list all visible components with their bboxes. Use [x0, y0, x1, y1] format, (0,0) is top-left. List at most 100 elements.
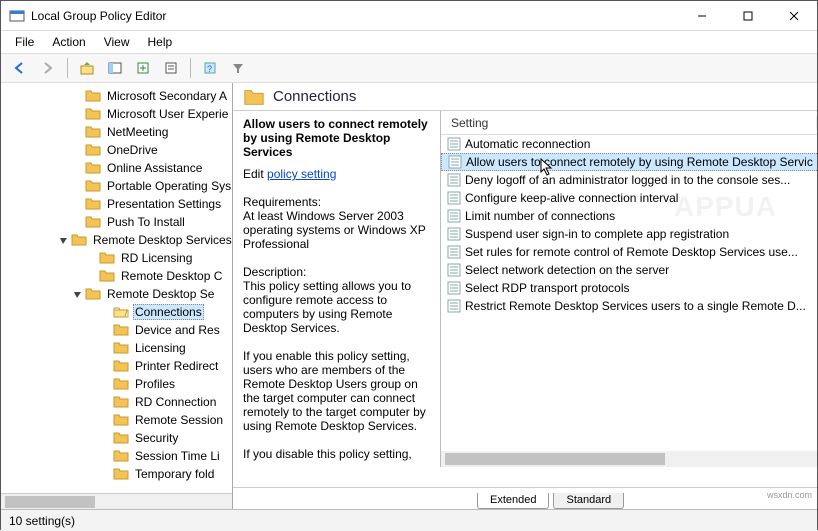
folder-icon	[113, 430, 129, 446]
tree-item[interactable]: RD Connection	[1, 393, 233, 411]
tab-standard[interactable]: Standard	[553, 493, 624, 509]
setting-label: Restrict Remote Desktop Services users t…	[465, 299, 806, 313]
tab-extended[interactable]: Extended	[477, 493, 549, 509]
tree-item[interactable]: Device and Res	[1, 321, 233, 339]
tree-item[interactable]: Microsoft User Experie	[1, 105, 233, 123]
setting-row[interactable]: Suspend user sign-in to complete app reg…	[441, 225, 817, 243]
help-button[interactable]: ?	[199, 57, 221, 79]
menu-file[interactable]: File	[7, 33, 42, 51]
tree-item-label: Presentation Settings	[105, 197, 223, 211]
folder-icon	[113, 394, 129, 410]
tree-item[interactable]: Push To Install	[1, 213, 233, 231]
tree-item[interactable]: Presentation Settings	[1, 195, 233, 213]
menu-action[interactable]: Action	[44, 33, 93, 51]
tree-item-label: Profiles	[133, 377, 177, 391]
properties-button[interactable]	[160, 57, 182, 79]
edit-policy-setting-link[interactable]: policy setting	[267, 167, 336, 181]
tree-item-label: Security	[133, 431, 180, 445]
back-button[interactable]	[9, 57, 31, 79]
scrollbar-thumb[interactable]	[5, 496, 95, 508]
close-button[interactable]	[771, 1, 817, 31]
tree-item[interactable]: Portable Operating Sys	[1, 177, 233, 195]
app-icon	[9, 8, 25, 24]
tree-item-label: Session Time Li	[133, 449, 222, 463]
column-header[interactable]: Setting	[441, 111, 817, 135]
tree-item[interactable]: Licensing	[1, 339, 233, 357]
forward-button[interactable]	[37, 57, 59, 79]
pane-title: Connections	[273, 88, 356, 105]
pane-header: Connections	[233, 83, 817, 111]
tree-item-label: Push To Install	[105, 215, 187, 229]
toolbar-separator-2	[190, 58, 191, 78]
setting-row[interactable]: Set rules for remote control of Remote D…	[441, 243, 817, 261]
window-title: Local Group Policy Editor	[31, 9, 679, 23]
tree-pane[interactable]: Microsoft Secondary A Microsoft User Expe…	[1, 83, 233, 509]
folder-icon	[113, 304, 129, 320]
folder-icon	[99, 250, 115, 266]
folder-icon	[85, 286, 101, 302]
setting-row[interactable]: Restrict Remote Desktop Services users t…	[441, 297, 817, 315]
settings-list[interactable]: Automatic reconnection Allow users to con…	[441, 135, 817, 467]
scrollbar-thumb[interactable]	[445, 453, 665, 465]
policy-icon	[447, 227, 461, 241]
setting-label: Allow users to connect remotely by using…	[466, 155, 813, 169]
tree-item[interactable]: OneDrive	[1, 141, 233, 159]
tree-item[interactable]: Session Time Li	[1, 447, 233, 465]
tree-item[interactable]: Remote Desktop C	[1, 267, 233, 285]
menu-view[interactable]: View	[96, 33, 138, 51]
maximize-button[interactable]	[725, 1, 771, 31]
setting-row[interactable]: Limit number of connections	[441, 207, 817, 225]
tree-item-label: NetMeeting	[105, 125, 170, 139]
tree-item[interactable]: Remote Session	[1, 411, 233, 429]
tree-item[interactable]: Profiles	[1, 375, 233, 393]
details-pane: Connections Allow users to connect remot…	[233, 83, 817, 509]
tree-horizontal-scrollbar[interactable]	[1, 493, 232, 509]
tree-item[interactable]: NetMeeting	[1, 123, 233, 141]
policy-icon	[447, 263, 461, 277]
tree-item[interactable]: Online Assistance	[1, 159, 233, 177]
policy-icon	[447, 281, 461, 295]
setting-label: Set rules for remote control of Remote D…	[465, 245, 798, 259]
setting-row[interactable]: Select RDP transport protocols	[441, 279, 817, 297]
tree-item-label: Microsoft Secondary A	[105, 89, 229, 103]
folder-icon	[99, 268, 115, 284]
tree-item[interactable]: Connections	[1, 303, 233, 321]
tree-item[interactable]: RD Licensing	[1, 249, 233, 267]
setting-row[interactable]: Configure keep-alive connection interval	[441, 189, 817, 207]
tree-item-label: Microsoft User Experie	[105, 107, 230, 121]
tree-item-label: RD Licensing	[119, 251, 194, 265]
folder-icon	[243, 86, 265, 108]
requirements-text: At least Windows Server 2003 operating s…	[243, 209, 432, 251]
content-area: Microsoft Secondary A Microsoft User Expe…	[1, 83, 817, 509]
setting-row[interactable]: Deny logoff of an administrator logged i…	[441, 171, 817, 189]
tree-item-label: RD Connection	[133, 395, 218, 409]
setting-row[interactable]: Select network detection on the server	[441, 261, 817, 279]
tree-item[interactable]: Remote Desktop Services	[1, 231, 233, 249]
collapse-icon[interactable]	[71, 290, 83, 299]
description-enable: If you enable this policy setting, users…	[243, 349, 432, 433]
up-button[interactable]	[76, 57, 98, 79]
setting-row[interactable]: Allow users to connect remotely by using…	[441, 153, 817, 171]
list-horizontal-scrollbar[interactable]	[441, 451, 817, 467]
tree-item[interactable]: Temporary fold	[1, 465, 233, 483]
description-text: This policy setting allows you to config…	[243, 279, 432, 335]
toolbar: ?	[1, 53, 817, 83]
menu-help[interactable]: Help	[140, 33, 181, 51]
collapse-icon[interactable]	[57, 236, 69, 245]
tree-item[interactable]: Microsoft Secondary A	[1, 87, 233, 105]
tree-item[interactable]: Printer Redirect	[1, 357, 233, 375]
column-setting[interactable]: Setting	[447, 116, 817, 130]
filter-button[interactable]	[227, 57, 249, 79]
setting-row[interactable]: Automatic reconnection	[441, 135, 817, 153]
folder-icon	[85, 142, 101, 158]
show-hide-tree-button[interactable]	[104, 57, 126, 79]
toolbar-separator	[67, 58, 68, 78]
folder-icon	[85, 124, 101, 140]
minimize-button[interactable]	[679, 1, 725, 31]
setting-label: Limit number of connections	[465, 209, 615, 223]
tree-item[interactable]: Security	[1, 429, 233, 447]
export-button[interactable]	[132, 57, 154, 79]
folder-icon	[85, 214, 101, 230]
folder-icon	[113, 358, 129, 374]
tree-item[interactable]: Remote Desktop Se	[1, 285, 233, 303]
